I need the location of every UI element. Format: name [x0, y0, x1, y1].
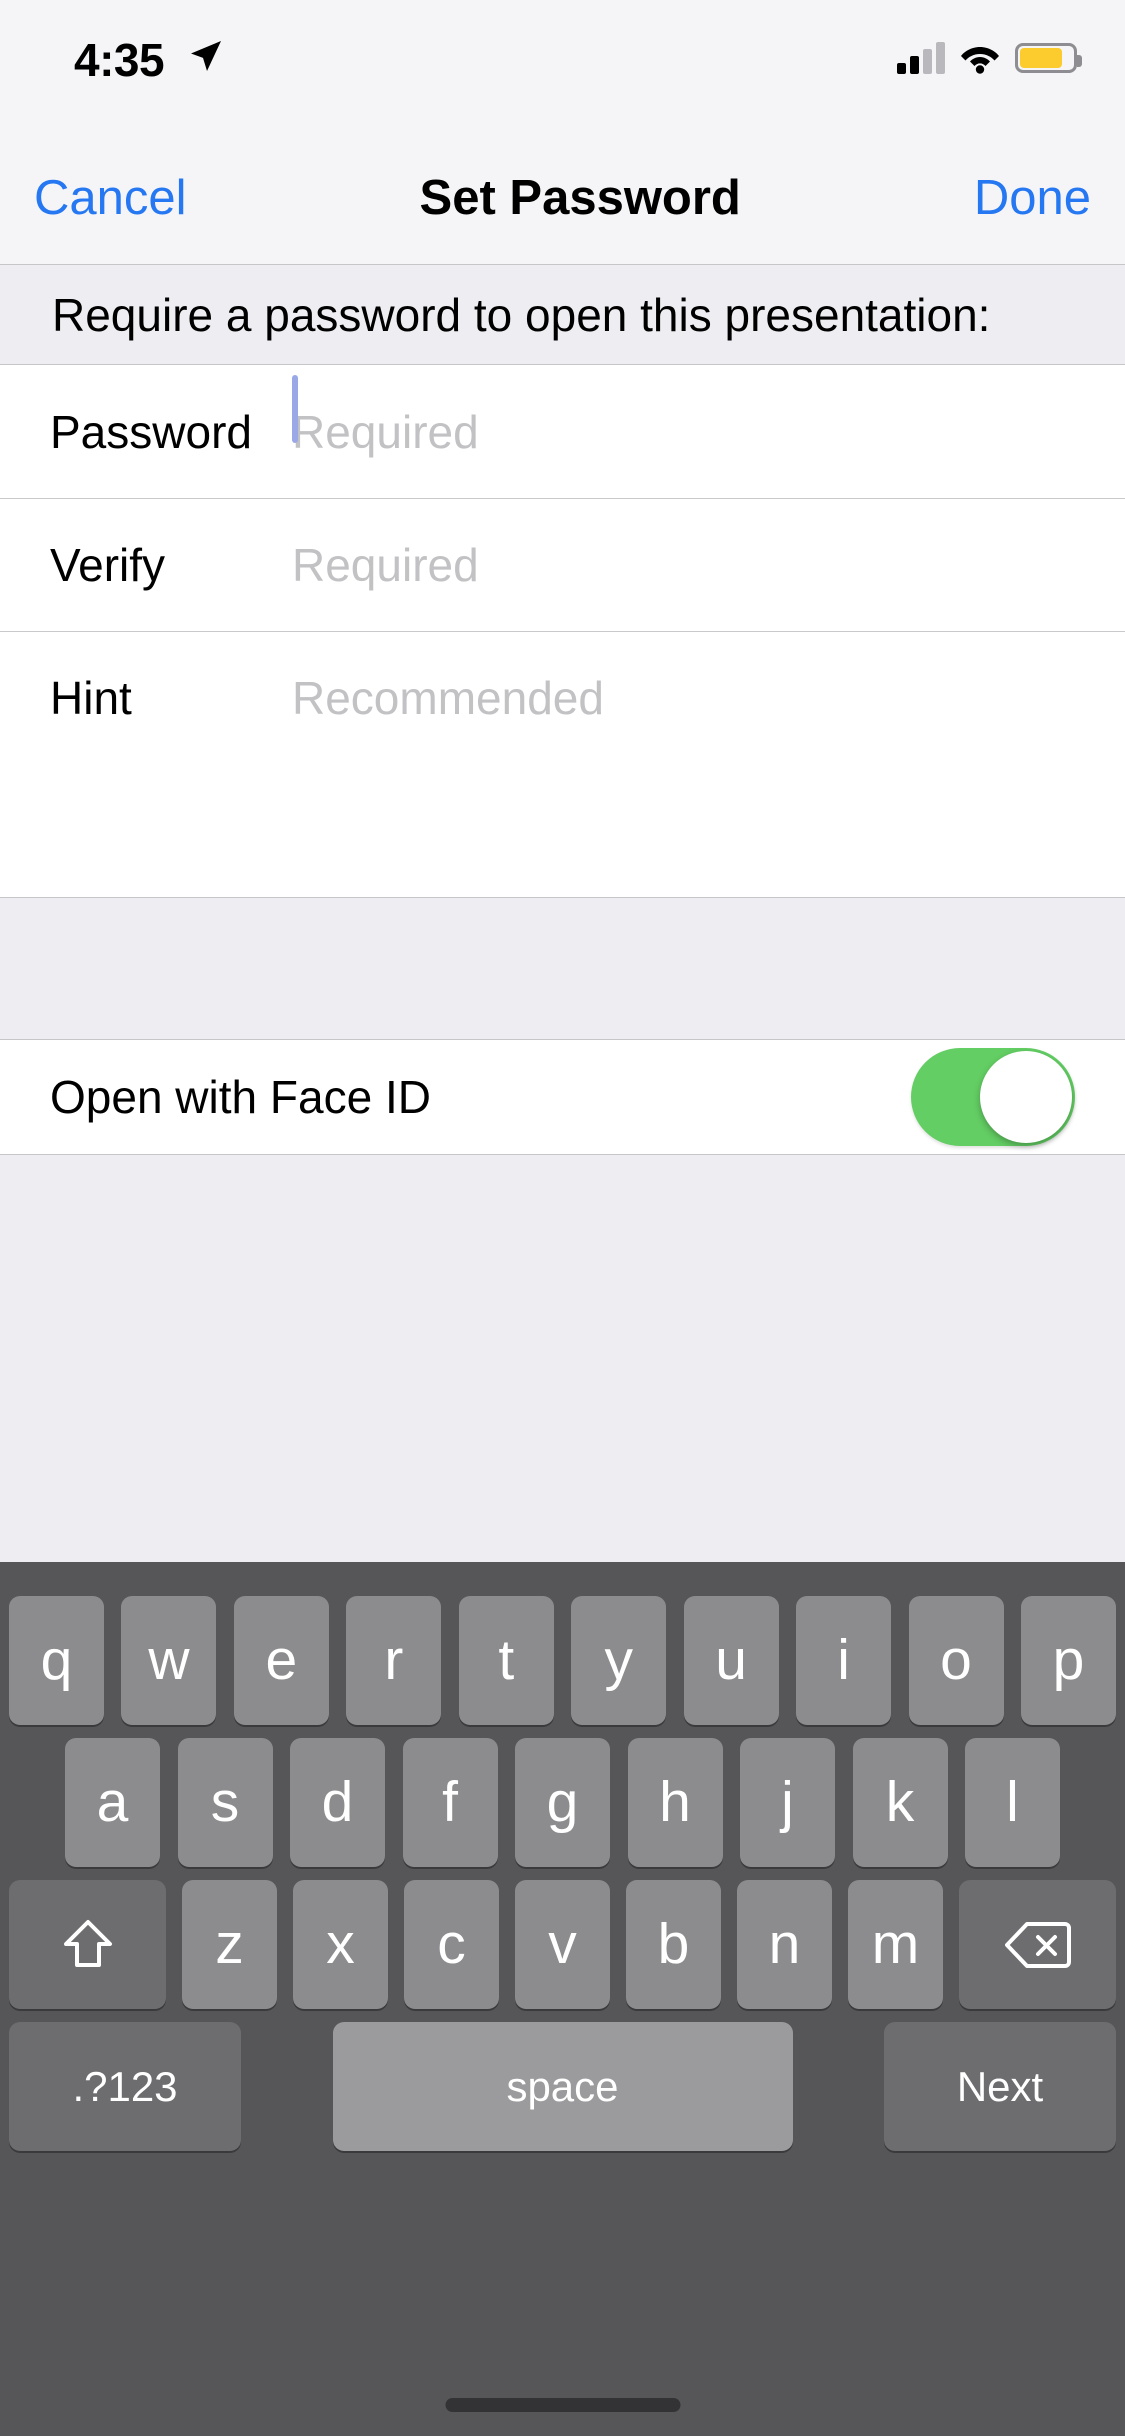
- key-q[interactable]: q: [9, 1596, 104, 1725]
- home-indicator[interactable]: [445, 2398, 680, 2412]
- numbers-key[interactable]: .?123: [9, 2022, 241, 2151]
- text-cursor: [292, 374, 298, 443]
- return-next-key[interactable]: Next: [884, 2022, 1116, 2151]
- key-c[interactable]: c: [404, 1880, 499, 2009]
- page-title: Set Password: [419, 170, 741, 225]
- password-row[interactable]: Password Required: [0, 365, 1125, 498]
- iphone-screen: 4:35 Cancel Set Password Done Require a …: [0, 0, 1125, 2436]
- toggle-knob: [980, 1051, 1072, 1143]
- key-j[interactable]: j: [740, 1738, 835, 1867]
- wifi-icon: [959, 42, 1001, 74]
- keyboard-row-1: q w e r t y u i o p: [0, 1596, 1125, 1725]
- key-b[interactable]: b: [626, 1880, 721, 2009]
- verify-placeholder: Required: [292, 538, 479, 591]
- hint-input[interactable]: Recommended: [292, 675, 1125, 721]
- key-i[interactable]: i: [796, 1596, 892, 1725]
- section-spacer: [0, 897, 1125, 1040]
- key-w[interactable]: w: [121, 1596, 217, 1725]
- key-h[interactable]: h: [627, 1738, 723, 1867]
- password-placeholder: Required: [292, 405, 479, 458]
- keyboard-row-2: a s d f g h j k l: [0, 1738, 1125, 1867]
- key-o[interactable]: o: [908, 1596, 1004, 1725]
- verify-label: Verify: [50, 538, 166, 591]
- key-s[interactable]: s: [177, 1738, 273, 1867]
- verify-input[interactable]: Required: [292, 542, 1125, 588]
- battery-icon: [1015, 43, 1082, 73]
- face-id-label: Open with Face ID: [50, 1071, 431, 1123]
- hint-label: Hint: [50, 671, 132, 724]
- status-bar-time: 4:35: [74, 34, 165, 86]
- content-filler: [0, 1156, 1125, 1562]
- cellular-signal-icon: [897, 42, 945, 74]
- face-id-toggle[interactable]: [911, 1048, 1075, 1146]
- section-header-text: Require a password to open this presenta…: [52, 288, 991, 341]
- status-bar-indicators: [897, 30, 1082, 86]
- on-screen-keyboard: q w e r t y u i o p a s d f g h j k l z …: [0, 1562, 1125, 2436]
- key-d[interactable]: d: [290, 1738, 385, 1867]
- key-y[interactable]: y: [571, 1596, 667, 1725]
- key-l[interactable]: l: [965, 1738, 1060, 1867]
- location-arrow-icon: [186, 36, 226, 76]
- key-g[interactable]: g: [515, 1738, 610, 1867]
- status-bar: 4:35: [0, 0, 1125, 132]
- password-input[interactable]: Required: [292, 374, 1125, 458]
- navigation-bar: Cancel Set Password Done: [0, 132, 1125, 265]
- hint-placeholder: Recommended: [292, 671, 604, 724]
- key-p[interactable]: p: [1020, 1596, 1116, 1725]
- password-label: Password: [50, 405, 252, 458]
- keyboard-row-3: z x c v b n m: [0, 1880, 1125, 2009]
- key-k[interactable]: k: [852, 1738, 948, 1867]
- key-m[interactable]: m: [848, 1880, 943, 2009]
- space-key[interactable]: space: [332, 2022, 793, 2151]
- hint-row[interactable]: Hint Recommended: [0, 631, 1125, 764]
- key-a[interactable]: a: [65, 1738, 160, 1867]
- key-e[interactable]: e: [233, 1596, 329, 1725]
- key-x[interactable]: x: [293, 1880, 388, 2009]
- keyboard-row-4: .?123 space Next: [0, 2022, 1125, 2151]
- key-v[interactable]: v: [515, 1880, 610, 2009]
- backspace-delete-icon[interactable]: [959, 1880, 1116, 2009]
- key-f[interactable]: f: [402, 1738, 498, 1867]
- key-u[interactable]: u: [683, 1596, 779, 1725]
- verify-row[interactable]: Verify Required: [0, 498, 1125, 631]
- section-header: Require a password to open this presenta…: [0, 265, 1125, 365]
- key-z[interactable]: z: [182, 1880, 277, 2009]
- face-id-row[interactable]: Open with Face ID: [0, 1040, 1125, 1155]
- shift-arrow-icon[interactable]: [9, 1880, 166, 2009]
- key-n[interactable]: n: [737, 1880, 832, 2009]
- password-fields-group: Password Required Verify Required Hint R…: [0, 365, 1125, 897]
- key-r[interactable]: r: [346, 1596, 442, 1725]
- key-t[interactable]: t: [458, 1596, 554, 1725]
- cancel-button[interactable]: Cancel: [34, 173, 187, 223]
- done-button[interactable]: Done: [974, 173, 1091, 223]
